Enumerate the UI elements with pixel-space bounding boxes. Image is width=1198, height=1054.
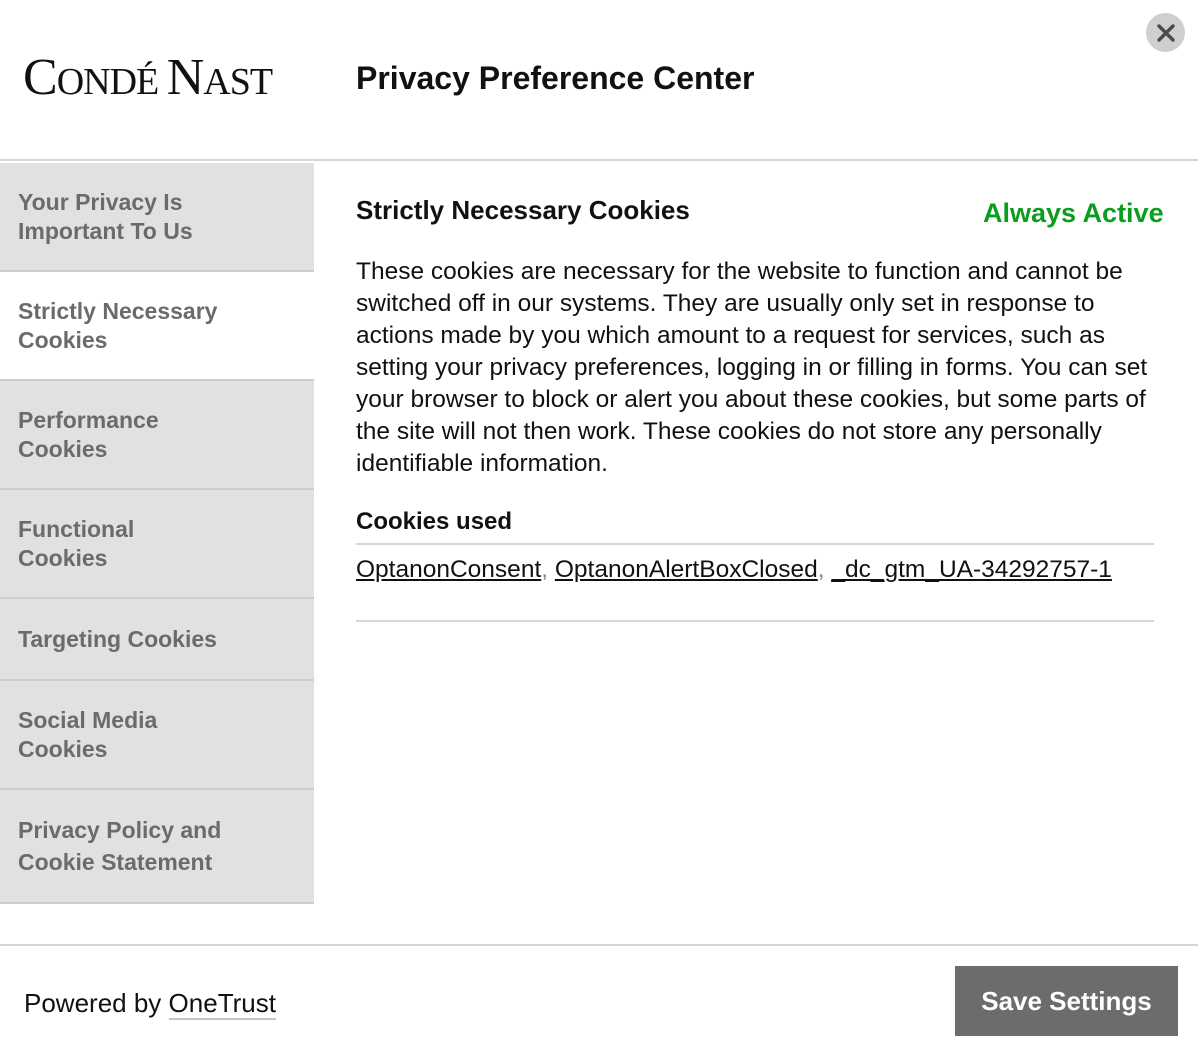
powered-by-label: Powered by: [24, 988, 162, 1018]
section-description: These cookies are necessary for the webs…: [356, 258, 1148, 477]
sidebar-item-functional[interactable]: Functional Cookies: [0, 490, 314, 599]
sidebar-item-label: Performance Cookies: [18, 406, 159, 462]
sidebar-item-targeting[interactable]: Targeting Cookies: [0, 599, 314, 681]
sidebar-item-performance[interactable]: Performance Cookies: [0, 381, 314, 490]
status-badge: Always Active: [983, 198, 1164, 228]
sidebar-item-label: Strictly Necessary Cookies: [18, 297, 218, 353]
close-icon: [1156, 23, 1175, 42]
sidebar-item-strictly-necessary[interactable]: Strictly Necessary Cookies: [0, 272, 314, 381]
sidebar-item-label: Targeting Cookies: [18, 625, 217, 652]
cookie-link[interactable]: OptanonConsent: [356, 556, 541, 583]
cookie-list: OptanonConsent, OptanonAlertBoxClosed, _…: [356, 543, 1154, 622]
close-button[interactable]: [1146, 13, 1185, 52]
sidebar-item-label: Your Privacy Is Important To Us: [18, 188, 193, 244]
sidebar-item-label: Privacy Policy and Cookie Statement: [18, 817, 222, 875]
dialog-title: Privacy Preference Center: [356, 60, 755, 96]
sidebar-item-label: Social Media Cookies: [18, 706, 158, 762]
section-title: Strictly Necessary Cookies: [356, 195, 690, 225]
category-sidebar: Your Privacy Is Important To Us Strictly…: [0, 163, 314, 904]
save-settings-button[interactable]: Save Settings: [955, 966, 1178, 1036]
onetrust-link[interactable]: OneTrust: [168, 988, 276, 1020]
sidebar-item-privacy-policy[interactable]: Privacy Policy and Cookie Statement: [0, 790, 314, 904]
cookie-link[interactable]: _dc_gtm_UA-34292757-1: [831, 556, 1112, 583]
sidebar-item-social-media[interactable]: Social Media Cookies: [0, 681, 314, 790]
cookie-link[interactable]: OptanonAlertBoxClosed: [555, 556, 818, 583]
sidebar-item-label: Functional Cookies: [18, 515, 135, 571]
cookie-separator: ,: [817, 556, 825, 583]
cookies-used-heading: Cookies used: [356, 508, 513, 535]
cookie-separator: ,: [541, 556, 549, 583]
header: CONDÉ NAST Privacy Preference Center: [0, 0, 1198, 161]
footer: Powered by OneTrust Save Settings: [0, 944, 1198, 1054]
powered-by: Powered by OneTrust: [24, 988, 276, 1020]
sidebar-item-your-privacy[interactable]: Your Privacy Is Important To Us: [0, 163, 314, 272]
conde-nast-logo: CONDÉ NAST: [23, 49, 273, 106]
